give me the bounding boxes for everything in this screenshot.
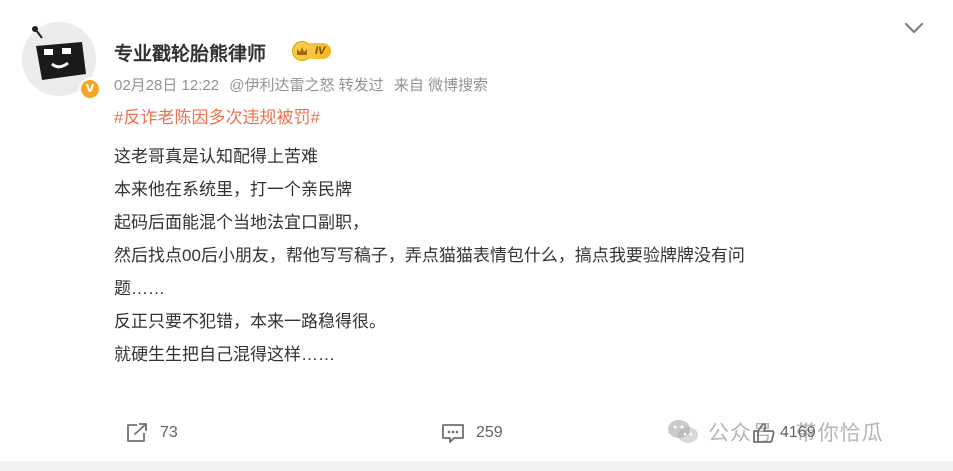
topic-link[interactable]: #反诈老陈因多次违规被罚# xyxy=(114,103,320,128)
repost-button[interactable]: 73 xyxy=(124,418,178,448)
weibo-post-card: V 专业戳轮胎熊律师 IV 02月28日 12:22 @伊利达雷之怒 转发过 来… xyxy=(0,0,953,471)
comment-button[interactable]: 259 xyxy=(440,418,503,448)
thumbs-up-icon xyxy=(753,423,775,443)
post-line: 就硬生生把自己混得这样…… xyxy=(114,345,335,364)
post-line: 本来他在系统里，打一个亲民牌 xyxy=(114,180,352,199)
action-bar: 73 259 4169 xyxy=(0,418,953,448)
level-badge: IV xyxy=(292,41,332,61)
comment-icon xyxy=(442,424,464,443)
like-button[interactable]: 4169 xyxy=(752,418,816,448)
post-line: 反正只要不犯错，本来一路稳得很。 xyxy=(114,312,386,331)
post-line: 然后找点00后小朋友，帮他写写稿子，弄点猫猫表情包什么，搞点我要验牌牌没有问 xyxy=(114,246,745,265)
repost-count: 73 xyxy=(160,424,178,441)
card-bottom-divider xyxy=(0,461,953,471)
post-date[interactable]: 02月28日 12:22 xyxy=(114,77,219,94)
post-body: 这老哥真是认知配得上苦难 本来他在系统里，打一个亲民牌 起码后面能混个当地法宜口… xyxy=(114,140,914,371)
post-source: 来自 微博搜索 xyxy=(393,77,488,94)
repost-from[interactable]: @伊利达雷之怒 转发过 xyxy=(229,77,383,94)
username[interactable]: 专业戳轮胎熊律师 xyxy=(114,39,266,66)
post-line: 起码后面能混个当地法宜口副职， xyxy=(114,213,369,232)
comment-count: 259 xyxy=(476,424,503,441)
verified-badge: V xyxy=(79,78,101,100)
repost-icon xyxy=(127,423,147,442)
post-line: 题…… xyxy=(114,279,165,298)
avatar[interactable]: V xyxy=(22,22,101,100)
chevron-down-icon[interactable] xyxy=(902,20,926,36)
level-text: IV xyxy=(309,43,332,59)
like-count: 4169 xyxy=(780,424,816,441)
post-line: 这老哥真是认知配得上苦难 xyxy=(114,147,318,166)
post-meta: 02月28日 12:22 @伊利达雷之怒 转发过 来自 微博搜索 xyxy=(114,74,488,95)
